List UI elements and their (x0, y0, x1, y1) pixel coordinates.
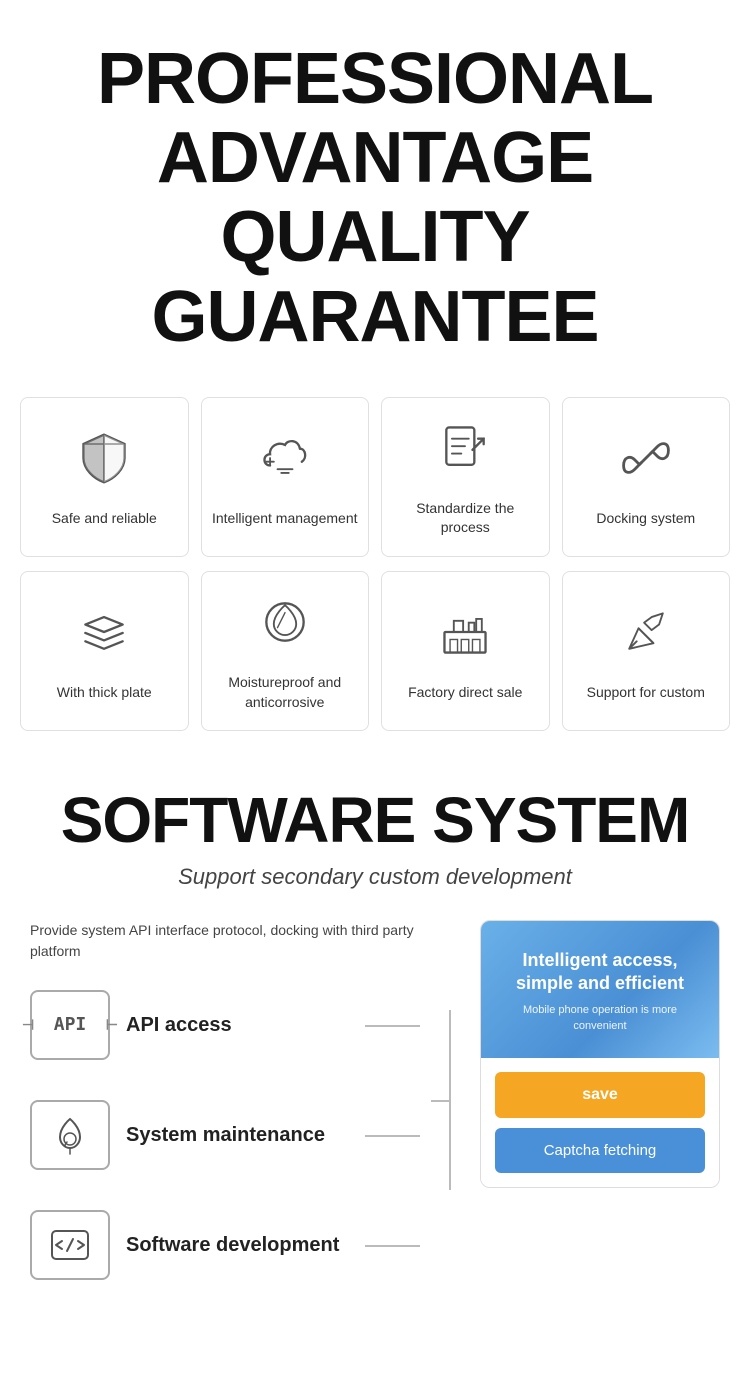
panel-button-area: save Captcha fetching (481, 1058, 719, 1187)
save-button[interactable]: save (495, 1072, 705, 1118)
feature-label-docking-system: Docking system (596, 509, 695, 529)
captcha-button[interactable]: Captcha fetching (495, 1128, 705, 1173)
software-item-dev: Software development (30, 1210, 420, 1280)
software-item-maintenance: System maintenance (30, 1100, 420, 1170)
main-title: PROFESSIONAL ADVANTAGE QUALITY GUARANTEE (20, 40, 730, 357)
feature-label-thick-plate: With thick plate (57, 683, 152, 703)
header-section: PROFESSIONAL ADVANTAGE QUALITY GUARANTEE (0, 0, 750, 387)
features-grid-row1: Safe and reliable Intelligent management (20, 397, 730, 557)
bracket-connector (440, 920, 460, 1190)
code-icon (30, 1210, 110, 1280)
software-description: Provide system API interface protocol, d… (30, 920, 420, 962)
feature-thick-plate: With thick plate (20, 571, 189, 731)
software-body: Provide system API interface protocol, d… (30, 920, 720, 1320)
software-subtitle: Support secondary custom development (30, 864, 720, 890)
pen-wrench-icon (618, 604, 674, 669)
layers-icon (76, 604, 132, 669)
feature-label-intelligent-management: Intelligent management (212, 509, 358, 529)
feature-support-custom: Support for custom (562, 571, 731, 731)
cloud-settings-icon (257, 430, 313, 495)
center-horizontal (431, 1100, 451, 1102)
document-arrow-icon (437, 420, 493, 485)
api-left-bracket: ⊣ (22, 1016, 34, 1033)
api-icon: ⊣ API ⊢ (30, 990, 110, 1060)
panel-top: Intelligent access, simple and efficient… (481, 921, 719, 1059)
title-line3: QUALITY GUARANTEE (151, 197, 598, 356)
software-section: SOFTWARE SYSTEM Support secondary custom… (0, 755, 750, 1359)
link-icon (618, 430, 674, 495)
feature-safe-reliable: Safe and reliable (20, 397, 189, 557)
feature-label-standardize-process: Standardize the process (390, 499, 541, 538)
maintenance-label: System maintenance (126, 1122, 325, 1148)
maintenance-icon (30, 1100, 110, 1170)
title-line1: PROFESSIONAL (97, 39, 653, 119)
feature-moistureproof: Moistureproof and anticorrosive (201, 571, 370, 731)
feature-factory-direct: Factory direct sale (381, 571, 550, 731)
software-left-panel: Provide system API interface protocol, d… (30, 920, 420, 1320)
feature-docking-system: Docking system (562, 397, 731, 557)
feature-label-safe-reliable: Safe and reliable (52, 509, 157, 529)
leaf-drop-icon (257, 594, 313, 659)
api-right-bracket: ⊢ (106, 1016, 118, 1033)
vertical-line (449, 1010, 451, 1190)
software-title: SOFTWARE SYSTEM (30, 785, 720, 855)
panel-main-text: Intelligent access, simple and efficient (501, 949, 699, 996)
features-grid-row2: With thick plate Moistureproof and antic… (20, 571, 730, 731)
factory-icon (437, 604, 493, 669)
feature-label-support-custom: Support for custom (587, 683, 705, 703)
software-item-api: ⊣ API ⊢ API access (30, 990, 420, 1060)
feature-label-factory-direct: Factory direct sale (408, 683, 522, 703)
api-connector-line (365, 1025, 420, 1027)
api-access-label: API access (126, 1012, 232, 1038)
feature-intelligent-management: Intelligent management (201, 397, 370, 557)
shield-icon (76, 430, 132, 495)
dev-label: Software development (126, 1232, 339, 1258)
features-section: Safe and reliable Intelligent management (0, 387, 750, 755)
api-text: API (54, 1014, 87, 1035)
maintenance-connector-line (365, 1135, 420, 1137)
feature-standardize-process: Standardize the process (381, 397, 550, 557)
dev-connector-line (365, 1245, 420, 1247)
software-right-panel: Intelligent access, simple and efficient… (480, 920, 720, 1189)
panel-sub-text: Mobile phone operation is more convenien… (501, 1003, 699, 1034)
title-line2: ADVANTAGE (157, 118, 593, 198)
feature-label-moistureproof: Moistureproof and anticorrosive (210, 673, 361, 712)
